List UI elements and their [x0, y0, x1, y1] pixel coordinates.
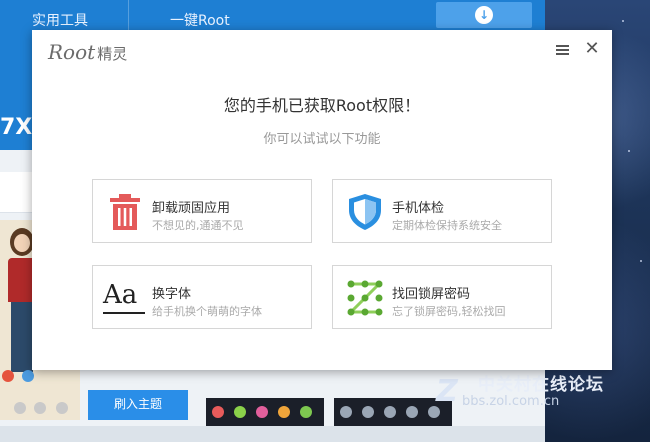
font-icon: Aa	[103, 278, 145, 318]
logo-cn-text: 精灵	[97, 45, 128, 63]
feature-recover-lock-password[interactable]: 找回锁屏密码 忘了锁屏密码,轻松找回	[332, 265, 552, 329]
dialog-title: 您的手机已获取Root权限！	[223, 96, 421, 115]
feature-name: 手机体检	[392, 201, 445, 216]
dialog-subtitle: 你可以试试以下功能	[263, 132, 381, 147]
menu-icon[interactable]	[554, 41, 572, 59]
feature-name: 卸载顽固应用	[152, 201, 231, 216]
feature-name: 找回锁屏密码	[392, 287, 471, 302]
trash-icon	[105, 192, 145, 232]
feature-description: 不想见的,通通不见	[152, 219, 244, 232]
pattern-lock-icon	[345, 278, 385, 318]
root-genie-logo: Root 精灵	[48, 40, 127, 64]
feature-change-font[interactable]: Aa 换字体 给手机换个萌萌的字体	[92, 265, 312, 329]
logo-root-text: Root	[48, 40, 96, 64]
root-success-dialog: Root 精灵 ✕ 您的手机已获取Root权限！ 你可以试试以下功能 卸载顽固应用…	[32, 30, 612, 370]
close-icon[interactable]: ✕	[582, 39, 602, 59]
feature-uninstall-apps[interactable]: 卸载顽固应用 不想见的,通通不见	[92, 179, 312, 243]
shield-icon	[345, 192, 385, 232]
feature-description: 定期体检保持系统安全	[392, 219, 502, 232]
feature-description: 忘了锁屏密码,轻松找回	[392, 305, 506, 318]
feature-name: 换字体	[152, 287, 192, 302]
feature-phone-checkup[interactable]: 手机体检 定期体检保持系统安全	[332, 179, 552, 243]
font-glyph: Aa	[103, 280, 138, 310]
feature-description: 给手机换个萌萌的字体	[152, 305, 262, 318]
